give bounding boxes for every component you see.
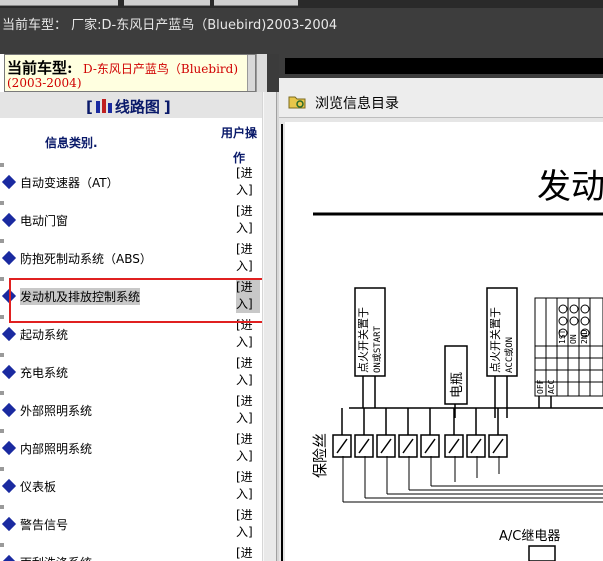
grid-col-1: ACC — [547, 379, 556, 394]
left-top-scroll-area[interactable] — [256, 54, 267, 92]
left-pane: 当前车型: D-东风日产蓝鸟（Bluebird) (2003-2004) [ 线… — [0, 54, 266, 561]
diamond-bullet-icon — [1, 174, 17, 190]
ignition-switch-label: 点火开关置于 — [356, 307, 370, 373]
list-item[interactable]: 充电系统 [进入] — [0, 353, 262, 392]
diamond-bullet-icon — [1, 212, 17, 228]
enter-link[interactable]: [进入] — [236, 469, 260, 503]
left-scrollbar-thumb[interactable] — [263, 92, 277, 561]
category-label[interactable]: 仪表板 — [20, 478, 56, 495]
row-marker — [0, 391, 4, 395]
list-item[interactable]: 警告信号 [进入] — [0, 505, 262, 544]
toolbar-button[interactable] — [124, 0, 210, 6]
row-marker — [0, 429, 4, 433]
ignition-switch-sub: ON或START — [371, 325, 383, 373]
row-marker — [0, 315, 4, 319]
wiring-diagram: 发动 点火开关置于 ON或START 电瓶 点火开关置于 ACC或ON OFF … — [311, 167, 603, 561]
current-vehicle-years: (2003-2004) — [7, 76, 82, 90]
relay-label: A/C继电器 — [499, 529, 560, 544]
diamond-bullet-icon — [1, 516, 17, 532]
left-scrollbar[interactable] — [262, 92, 279, 561]
acc-switch-label: 点火开关置于 — [488, 307, 502, 373]
enter-link[interactable]: [进入] — [236, 203, 260, 237]
list-item[interactable]: 内部照明系统 [进入] — [0, 429, 262, 468]
enter-link[interactable]: [进入] — [236, 355, 260, 389]
section-bracket-open: [ — [86, 98, 93, 116]
grid-col-2: 1ST — [558, 329, 567, 344]
highlight-box — [9, 278, 266, 323]
browse-catalog-label[interactable]: 浏览信息目录 — [315, 93, 399, 113]
section-title: 线路图 — [114, 98, 160, 116]
row-marker — [0, 201, 4, 205]
current-vehicle-value: D-东风日产蓝鸟（Bluebird) — [83, 62, 239, 76]
grid-col-0: OFF — [536, 379, 545, 394]
right-header — [279, 54, 603, 78]
grid-col-3: ON — [569, 334, 578, 344]
vehicle-info-bar: 当前车型： 厂家:D-东风日产蓝鸟（Bluebird)2003-2004 — [0, 8, 603, 54]
current-vehicle-box: 当前车型: D-东风日产蓝鸟（Bluebird) (2003-2004) — [4, 54, 256, 92]
row-marker — [0, 353, 4, 357]
enter-link[interactable]: [进入] — [236, 393, 260, 427]
list-item[interactable]: 电动门窗 [进入] — [0, 201, 262, 240]
toolbar-button[interactable] — [0, 0, 118, 6]
wiring-diagram-icon — [95, 99, 112, 113]
enter-link[interactable]: [进入] — [236, 165, 260, 199]
list-item[interactable]: 防抱死制动系统（ABS） [进入] — [0, 239, 262, 278]
diamond-bullet-icon — [1, 326, 17, 342]
section-title-bar: [ 线路图] — [0, 92, 262, 118]
diamond-bullet-icon — [1, 402, 17, 418]
battery-label: 电瓶 — [450, 372, 465, 398]
category-label[interactable]: 电动门窗 — [20, 212, 68, 229]
diamond-bullet-icon — [1, 554, 17, 561]
list-item[interactable]: 自动变速器（AT） [进入] — [0, 163, 262, 202]
diagram-title: 发动 — [537, 167, 603, 207]
list-item[interactable]: 仪表板 [进入] — [0, 467, 262, 506]
section-bracket-close: ] — [163, 98, 171, 116]
enter-link[interactable]: [进入] — [236, 545, 260, 561]
diamond-bullet-icon — [1, 440, 17, 456]
document-viewer: 发动 点火开关置于 ON或START 电瓶 点火开关置于 ACC或ON OFF … — [279, 118, 603, 561]
category-label[interactable]: 外部照明系统 — [20, 402, 92, 419]
diamond-bullet-icon — [1, 364, 17, 380]
diamond-bullet-icon — [1, 250, 17, 266]
vehicle-info-text: 当前车型： 厂家:D-东风日产蓝鸟（Bluebird)2003-2004 — [2, 18, 338, 33]
top-strip — [0, 0, 603, 8]
row-marker — [0, 467, 4, 471]
row-marker — [0, 163, 4, 167]
vehicle-box-scrollbar[interactable] — [247, 55, 255, 91]
toolbar-button[interactable] — [214, 0, 298, 6]
row-marker — [0, 505, 4, 509]
category-label[interactable]: 充电系统 — [20, 364, 68, 381]
fuse-label: 保险丝 — [311, 433, 329, 478]
acc-switch-sub: ACC或ON — [503, 337, 515, 373]
row-marker — [0, 277, 4, 281]
current-vehicle-label: 当前车型: — [7, 59, 73, 77]
category-label[interactable]: 警告信号 — [20, 516, 68, 533]
enter-link[interactable]: [进入] — [236, 507, 260, 541]
enter-link[interactable]: [进入] — [236, 431, 260, 465]
right-header-bar — [285, 58, 603, 74]
category-label[interactable]: 自动变速器（AT） — [20, 174, 119, 191]
grid-col-4: 2ND — [580, 329, 589, 344]
folder-icon — [288, 96, 306, 109]
browse-catalog-bar[interactable]: 浏览信息目录 — [279, 78, 603, 118]
column-header-category: 信息类别. — [45, 136, 98, 150]
list-item[interactable]: 外部照明系统 [进入] — [0, 391, 262, 430]
category-label[interactable]: 内部照明系统 — [20, 440, 92, 457]
category-label[interactable]: 雨刮洗涤系统 — [20, 554, 92, 561]
enter-link[interactable]: [进入] — [236, 241, 260, 275]
list-item[interactable]: 雨刮洗涤系统 [进入] — [0, 543, 262, 561]
diamond-bullet-icon — [1, 478, 17, 494]
category-label[interactable]: 起动系统 — [20, 326, 68, 343]
category-label[interactable]: 防抱死制动系统（ABS） — [20, 250, 152, 267]
row-marker — [0, 239, 4, 243]
row-marker — [0, 543, 4, 547]
